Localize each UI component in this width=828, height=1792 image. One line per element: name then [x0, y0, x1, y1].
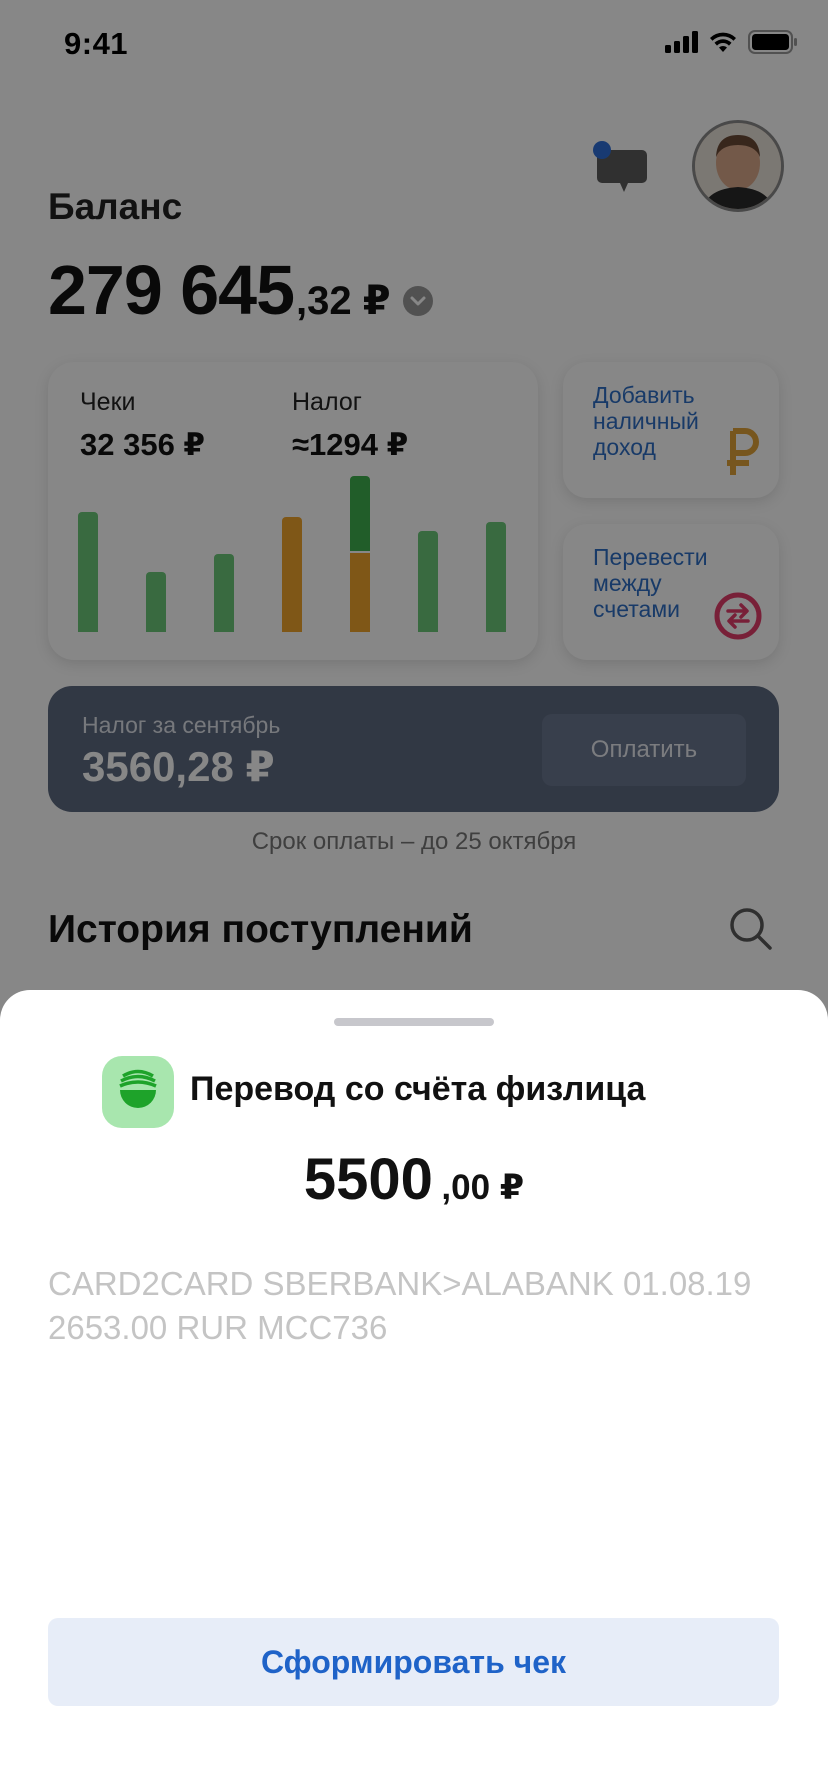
- sheet-drag-handle[interactable]: [334, 1018, 494, 1026]
- sberbank-logo-icon: [102, 1056, 174, 1128]
- app-screen: 9:41 Баланс 279 645 ,32 ₽ Чеки 32 356 ₽ …: [0, 0, 828, 1792]
- create-receipt-button[interactable]: Сформировать чек: [48, 1618, 779, 1706]
- transaction-title: Перевод со счёта физлица: [190, 1070, 646, 1108]
- transaction-description: CARD2CARD SBERBANK>ALABANK 01.08.19 2653…: [48, 1265, 752, 1346]
- transaction-bottom-sheet: Перевод со счёта физлица 5500 ,00 ₽ CARD…: [0, 990, 828, 1792]
- transaction-amount-fraction: ,00 ₽: [441, 1168, 525, 1207]
- transaction-amount: 5500 ,00 ₽: [0, 1146, 828, 1213]
- transaction-amount-integer: 5500: [303, 1147, 433, 1212]
